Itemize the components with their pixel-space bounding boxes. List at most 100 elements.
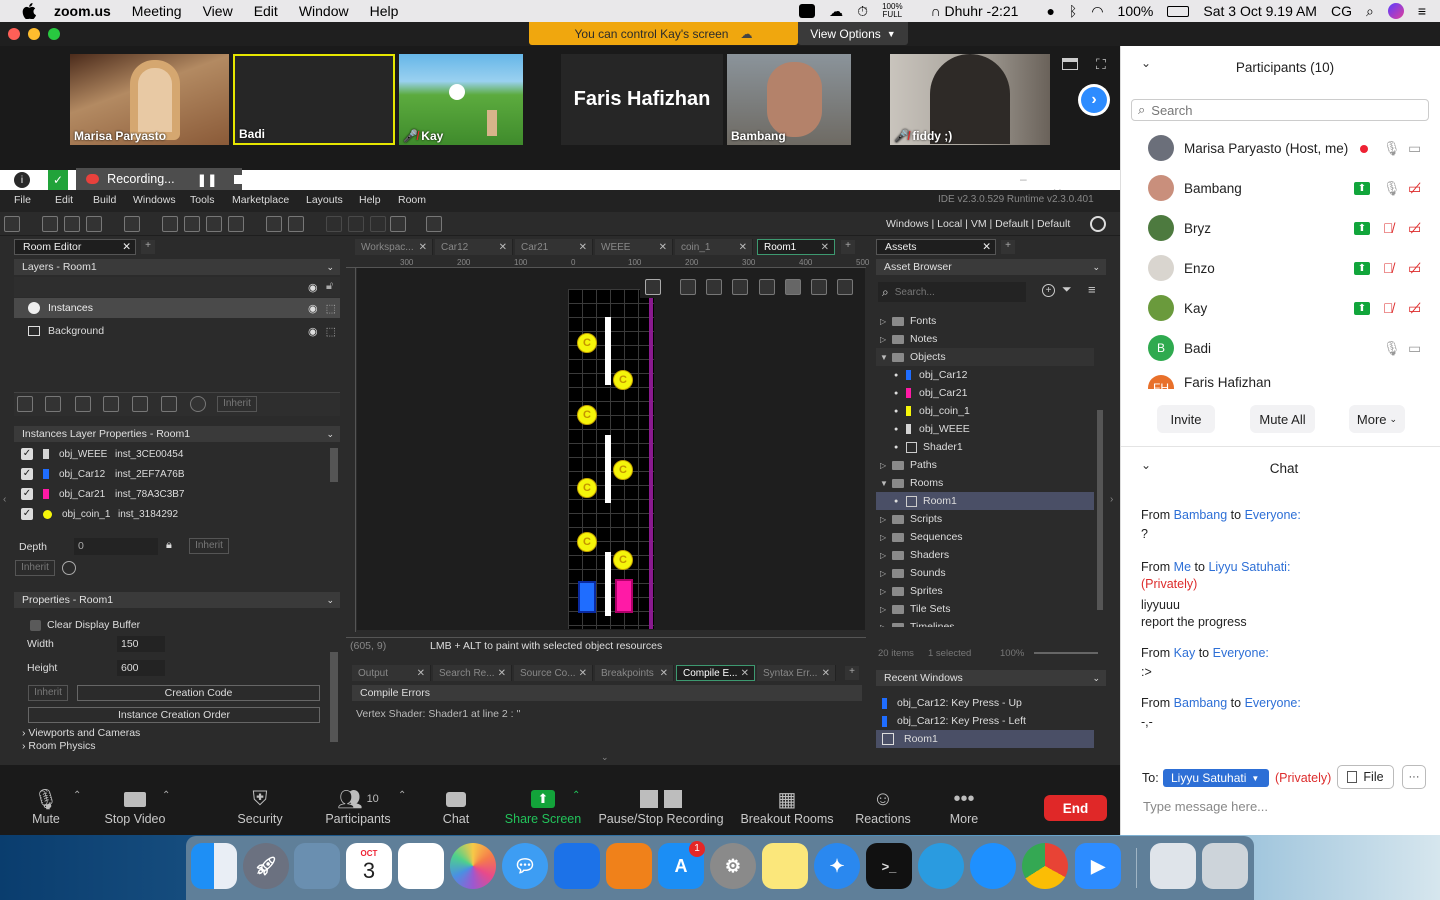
help-icon[interactable] (288, 216, 304, 232)
export-icon[interactable] (124, 216, 140, 232)
stop-video-button[interactable]: Stop Video (100, 786, 170, 826)
video-tile-kay[interactable]: 🎤̸ Kay (399, 54, 523, 145)
gm-menu-file[interactable]: File (14, 194, 31, 206)
collapse-left-icon[interactable]: ‹ (3, 494, 6, 505)
close-tab-icon[interactable]: ✕ (579, 242, 587, 253)
terminal-icon[interactable]: >_ (866, 843, 912, 889)
inherit-properties-button[interactable]: Inherit (28, 685, 68, 701)
properties-scrollbar[interactable] (330, 652, 338, 742)
asset-folder[interactable]: ▷ Scripts (876, 510, 1094, 528)
obj-weee-instance[interactable] (605, 552, 611, 616)
grid-snap-icon[interactable] (645, 279, 661, 295)
gm-menu-edit[interactable]: Edit (55, 194, 73, 206)
video-tile-fiddy[interactable]: 🎤̸ fiddy ;) (890, 54, 1050, 145)
gm-menu-build[interactable]: Build (93, 194, 116, 206)
collapsed-arrow-icon[interactable]: ▷ (880, 551, 892, 560)
battery-status[interactable]: 100% FULL (882, 3, 916, 19)
chat-more-icon[interactable]: ··· (1402, 765, 1426, 789)
video-icon[interactable]: ▭ (1408, 140, 1421, 157)
video-off-icon[interactable]: ▭̸ (1408, 180, 1421, 197)
messages-icon[interactable]: 💬︎ (502, 843, 548, 889)
collapsed-arrow-icon[interactable]: ▷ (880, 605, 892, 614)
notes-icon[interactable] (762, 843, 808, 889)
eye-icon[interactable]: ◉ (308, 302, 318, 315)
target-gear-icon[interactable] (1090, 216, 1106, 232)
instance-checkbox[interactable]: ✓ (21, 508, 33, 520)
siri-icon[interactable] (1387, 3, 1404, 19)
coin-instance[interactable]: C (613, 460, 633, 480)
collapse-down-icon[interactable]: ⌄ (601, 752, 609, 763)
asset-folder[interactable]: ▷ Timelines (876, 618, 1094, 627)
downloads-stack-icon[interactable] (1150, 843, 1196, 889)
video-tile-bambang[interactable]: Bambang (727, 54, 851, 145)
books-icon[interactable] (606, 843, 652, 889)
mic-off-icon[interactable]: 🎙̸ (1383, 260, 1394, 276)
calendar-icon[interactable]: OCT 3 (346, 843, 392, 889)
height-input[interactable]: 600 (117, 660, 165, 676)
collapsed-arrow-icon[interactable]: ▷ (880, 515, 892, 524)
mic-off-icon[interactable]: 🎙̸ (1383, 300, 1394, 316)
participant-row[interactable]: Marisa Paryasto (Host, me) (1148, 135, 1348, 161)
zoom-out-room-icon[interactable] (680, 279, 696, 295)
expanded-arrow-icon[interactable]: ▼ (880, 353, 892, 362)
inherit-instances-button[interactable]: Inherit (15, 560, 55, 576)
output-tab[interactable]: Syntax Err... ✕ (757, 665, 836, 681)
close-tab-icon[interactable]: ✕ (122, 241, 131, 253)
run-icon[interactable] (184, 216, 200, 232)
recording-indicator[interactable]: Recording... ❚❚ (76, 168, 242, 190)
close-tab-icon[interactable]: ✕ (659, 242, 667, 253)
chat-recipient[interactable]: Liyyu Satuhati: (1208, 560, 1290, 574)
obj-weee-instance[interactable] (605, 435, 611, 503)
add-background-layer-icon[interactable] (17, 396, 33, 412)
viewports-section[interactable]: › Viewports and Cameras (22, 727, 140, 739)
instance-row[interactable]: ✓ obj_Car21 inst_78A3C3B7 (14, 484, 330, 504)
car12-instance[interactable] (578, 581, 596, 613)
participant-row[interactable]: Enzo (1148, 255, 1215, 281)
keynote-icon[interactable] (554, 843, 600, 889)
doc-tab[interactable]: Car12 ✕ (435, 239, 513, 255)
wifi-icon[interactable]: ◠ (1091, 3, 1103, 20)
video-tile-badi[interactable]: Badi (233, 54, 395, 145)
add-tab-icon[interactable]: + (141, 240, 155, 254)
coin-instance[interactable]: C (577, 405, 597, 425)
chat-sender[interactable]: Me (1174, 560, 1191, 574)
spotlight-icon[interactable]: ⌕ (1366, 3, 1374, 20)
pause-icon[interactable]: ❚❚ (197, 172, 218, 187)
output-tab[interactable]: Output ✕ (352, 665, 431, 681)
audio-options-chevron[interactable]: ⌃ (73, 790, 81, 801)
breakout-rooms-button[interactable]: ▦ Breakout Rooms (740, 786, 834, 827)
compile-error-line[interactable]: Vertex Shader: Shader1 at line 2 : '' (352, 704, 862, 754)
debug-icon[interactable] (162, 216, 178, 232)
zoom-slider[interactable] (1034, 652, 1098, 654)
participants-button[interactable]: 👥︎ 10 Participants (322, 786, 394, 827)
instances-scrollbar[interactable] (330, 448, 338, 482)
participants-options-chevron[interactable]: ⌃ (398, 790, 406, 801)
trash-icon[interactable] (1202, 843, 1248, 889)
play-room-icon[interactable] (811, 279, 827, 295)
gm-menu-windows[interactable]: Windows (133, 194, 176, 206)
asset-folder[interactable]: ▼ Objects (876, 348, 1094, 366)
cloud-icon[interactable]: ☁ (829, 3, 843, 20)
width-input[interactable]: 150 (117, 636, 165, 652)
doc-tab[interactable]: Workspac... ✕ (355, 239, 433, 255)
photos-icon[interactable] (450, 843, 496, 889)
recent-window-item[interactable]: obj_Car12: Key Press - Up (876, 694, 1094, 712)
asset-folder[interactable]: ▷ Sprites (876, 582, 1094, 600)
security-button[interactable]: ⛨ Security (233, 786, 287, 827)
recent-window-item[interactable]: obj_Car12: Key Press - Left (876, 712, 1094, 730)
close-tab-icon[interactable]: ✕ (417, 668, 425, 679)
collapsed-arrow-icon[interactable]: ▷ (880, 317, 892, 326)
gm-menu-room[interactable]: Room (398, 194, 426, 206)
output-tab[interactable]: Breakpoints ✕ (595, 665, 674, 681)
share-screen-button[interactable]: ⬆ Share Screen (503, 786, 583, 826)
asset-item[interactable]: ● Shader1 (876, 438, 1094, 456)
output-tab[interactable]: Source Co... ✕ (514, 665, 593, 681)
obj-weee-instance[interactable] (605, 317, 611, 385)
photo-preview-icon[interactable] (294, 843, 340, 889)
doc-tab[interactable]: coin_1 ✕ (675, 239, 753, 255)
eye-icon[interactable]: ◉ (308, 325, 318, 338)
menu-window[interactable]: Window (299, 3, 349, 19)
chat-button[interactable]: Chat (436, 786, 476, 826)
mic-icon[interactable]: 🎙︎ (1383, 140, 1401, 157)
filter-icon[interactable]: ⏷ (1062, 282, 1072, 297)
